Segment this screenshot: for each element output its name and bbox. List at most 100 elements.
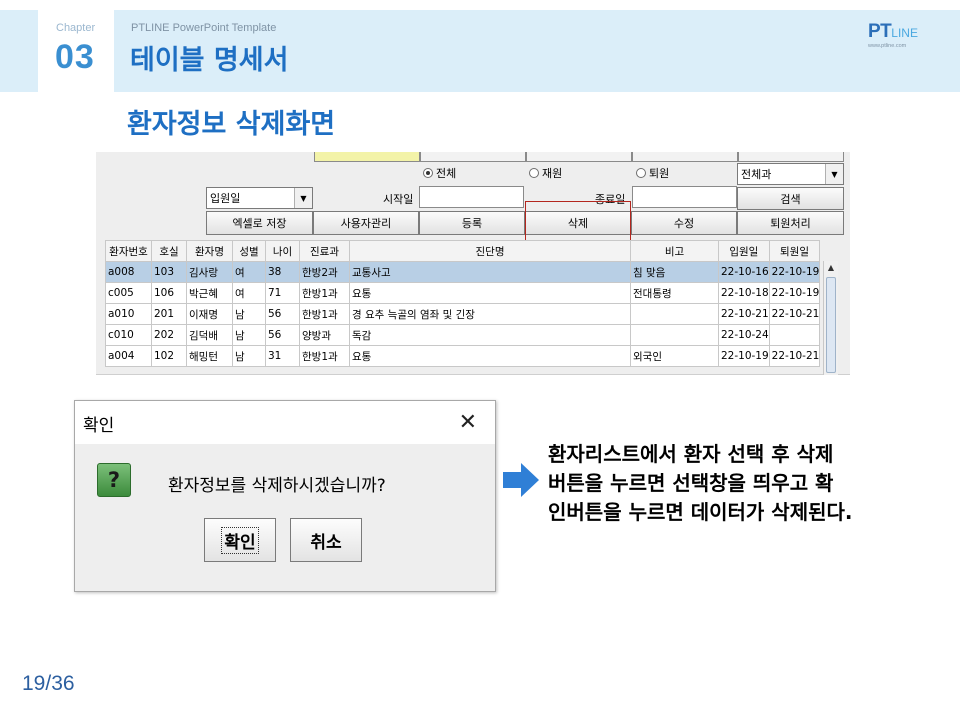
table-cell: c010 xyxy=(105,324,152,346)
table-cell: 남 xyxy=(232,345,266,367)
table-cell: 31 xyxy=(265,345,300,367)
column-header[interactable]: 호실 xyxy=(151,240,187,262)
column-header[interactable]: 성별 xyxy=(232,240,266,262)
table-cell: 독감 xyxy=(349,324,631,346)
dialog-cancel-label: 취소 xyxy=(310,532,342,553)
table-scrollbar[interactable]: ▲ xyxy=(823,261,838,375)
column-header[interactable]: 나이 xyxy=(265,240,300,262)
cut-button-4[interactable] xyxy=(632,152,738,162)
radio-all[interactable]: 전체 xyxy=(423,165,456,181)
table-cell: 202 xyxy=(151,324,187,346)
edit-button[interactable]: 수정 xyxy=(631,211,737,235)
table-cell: 전대통령 xyxy=(630,282,719,304)
radio-discharged-label: 퇴원 xyxy=(649,167,670,180)
table-cell: 22-10-19 xyxy=(718,345,770,367)
table-cell: 56 xyxy=(265,324,300,346)
radio-all-label: 전체 xyxy=(436,167,457,180)
table-cell: 22-10-16 xyxy=(718,261,770,283)
description-text: 환자리스트에서 환자 선택 후 삭제 버튼을 누르면 선택창을 띄우고 확 인버… xyxy=(548,440,948,527)
table-cell: 남 xyxy=(232,303,266,325)
table-cell: 22-10-19 xyxy=(768,261,821,283)
table-cell xyxy=(630,303,719,325)
table-cell: 22-10-19 xyxy=(768,282,821,304)
start-date-label: 시작일 xyxy=(383,193,414,206)
radio-discharged[interactable]: 퇴원 xyxy=(636,165,669,181)
column-header[interactable]: 진단명 xyxy=(349,240,631,262)
dept-combo[interactable]: 전체과 ▼ xyxy=(737,163,844,185)
chevron-down-icon[interactable]: ▼ xyxy=(294,188,312,208)
close-icon[interactable]: ✕ xyxy=(459,410,477,435)
user-management-button[interactable]: 사용자관리 xyxy=(313,211,419,235)
cut-button-5[interactable] xyxy=(738,152,844,162)
excel-export-button[interactable]: 엑셀로 저장 xyxy=(206,211,313,235)
end-date-label: 종료일 xyxy=(595,193,626,206)
date-type-combo[interactable]: 입원일 ▼ xyxy=(206,187,313,209)
scroll-up-icon[interactable]: ▲ xyxy=(824,261,838,275)
column-header[interactable]: 비고 xyxy=(630,240,719,262)
table-cell: 22-10-21 xyxy=(768,345,821,367)
cut-button-3[interactable] xyxy=(526,152,632,162)
chevron-down-icon[interactable]: ▼ xyxy=(825,164,843,184)
dialog-title: 확인 xyxy=(83,416,115,436)
column-header[interactable]: 퇴원일 xyxy=(768,240,821,262)
table-cell: a008 xyxy=(105,261,152,283)
description-line: 환자리스트에서 환자 선택 후 삭제 xyxy=(548,442,834,466)
table-row[interactable]: a010 201 이재명 남 56 한방1과 경 요추 늑골의 염좌 및 긴장 … xyxy=(105,303,821,325)
dialog-cancel-button[interactable]: 취소 xyxy=(290,518,362,562)
table-cell: c005 xyxy=(105,282,152,304)
table-header-row: 환자번호 호실 환자명 성별 나이 진료과 진단명 비고 입원일 퇴원일 xyxy=(105,240,821,262)
table-cell: 해밍턴 xyxy=(186,345,233,367)
register-button[interactable]: 등록 xyxy=(419,211,525,235)
logo-main-text: PT xyxy=(868,21,892,42)
table-cell: 남 xyxy=(232,324,266,346)
end-date-input[interactable] xyxy=(632,186,737,208)
chapter-label: Chapter xyxy=(56,22,96,34)
template-label: PTLINE PowerPoint Template xyxy=(131,22,277,34)
table-row[interactable]: a008 103 김사랑 여 38 한방2과 교통사고 침 맞음 22-10-1… xyxy=(105,261,821,283)
column-header[interactable]: 입원일 xyxy=(718,240,770,262)
table-cell: 여 xyxy=(232,261,266,283)
table-row[interactable]: c005 106 박근혜 여 71 한방1과 요통 전대통령 22-10-18 … xyxy=(105,282,821,304)
table-row[interactable]: a004 102 해밍턴 남 31 한방1과 요통 외국인 22-10-19 2… xyxy=(105,345,821,367)
description-line: 인버튼을 누르면 데이터가 삭제된다. xyxy=(548,500,853,524)
delete-button[interactable]: 삭제 xyxy=(525,211,631,235)
question-icon: ? xyxy=(97,463,131,497)
table-cell xyxy=(630,324,719,346)
table-cell: 양방과 xyxy=(299,324,350,346)
table-cell: 교통사고 xyxy=(349,261,631,283)
dialog-ok-button[interactable]: 확인 xyxy=(204,518,276,562)
dialog-ok-label: 확인 xyxy=(221,526,259,554)
table-row[interactable]: c010 202 김덕배 남 56 양방과 독감 22-10-24 xyxy=(105,324,821,346)
discharge-button[interactable]: 퇴원처리 xyxy=(737,211,844,235)
radio-admitted-dot xyxy=(529,168,539,178)
table-cell: 김덕배 xyxy=(186,324,233,346)
table-cell: 여 xyxy=(232,282,266,304)
table-cell: 22-10-18 xyxy=(718,282,770,304)
table-cell: 박근혜 xyxy=(186,282,233,304)
confirm-dialog: 확인 ✕ ? 환자정보를 삭제하시겠습니까? 확인 취소 xyxy=(74,400,496,592)
start-date-input[interactable] xyxy=(419,186,524,208)
table-cell: 22-10-24 xyxy=(718,324,770,346)
cut-button-2[interactable] xyxy=(420,152,526,162)
table-cell: 201 xyxy=(151,303,187,325)
table-cell: 22-10-21 xyxy=(718,303,770,325)
search-button[interactable]: 검색 xyxy=(737,187,844,210)
table-cell: 71 xyxy=(265,282,300,304)
column-header[interactable]: 환자명 xyxy=(186,240,233,262)
description-line: 버튼을 누르면 선택창을 띄우고 확 xyxy=(548,471,834,495)
column-header[interactable]: 진료과 xyxy=(299,240,350,262)
table-cell: 김사랑 xyxy=(186,261,233,283)
page-title: 테이블 명세서 xyxy=(130,45,289,76)
table-cell: 38 xyxy=(265,261,300,283)
cut-button-1[interactable] xyxy=(314,152,420,162)
column-header[interactable]: 환자번호 xyxy=(105,240,152,262)
table-cell: 한방1과 xyxy=(299,345,350,367)
table-cell: 103 xyxy=(151,261,187,283)
radio-admitted-label: 재원 xyxy=(542,167,563,180)
radio-all-dot xyxy=(423,168,433,178)
radio-admitted[interactable]: 재원 xyxy=(529,165,562,181)
arrow-right-icon xyxy=(503,463,539,497)
table-cell: 요통 xyxy=(349,282,631,304)
ptline-logo: PTLINE www.ptline.com xyxy=(868,21,928,49)
scrollbar-thumb[interactable] xyxy=(826,277,836,373)
